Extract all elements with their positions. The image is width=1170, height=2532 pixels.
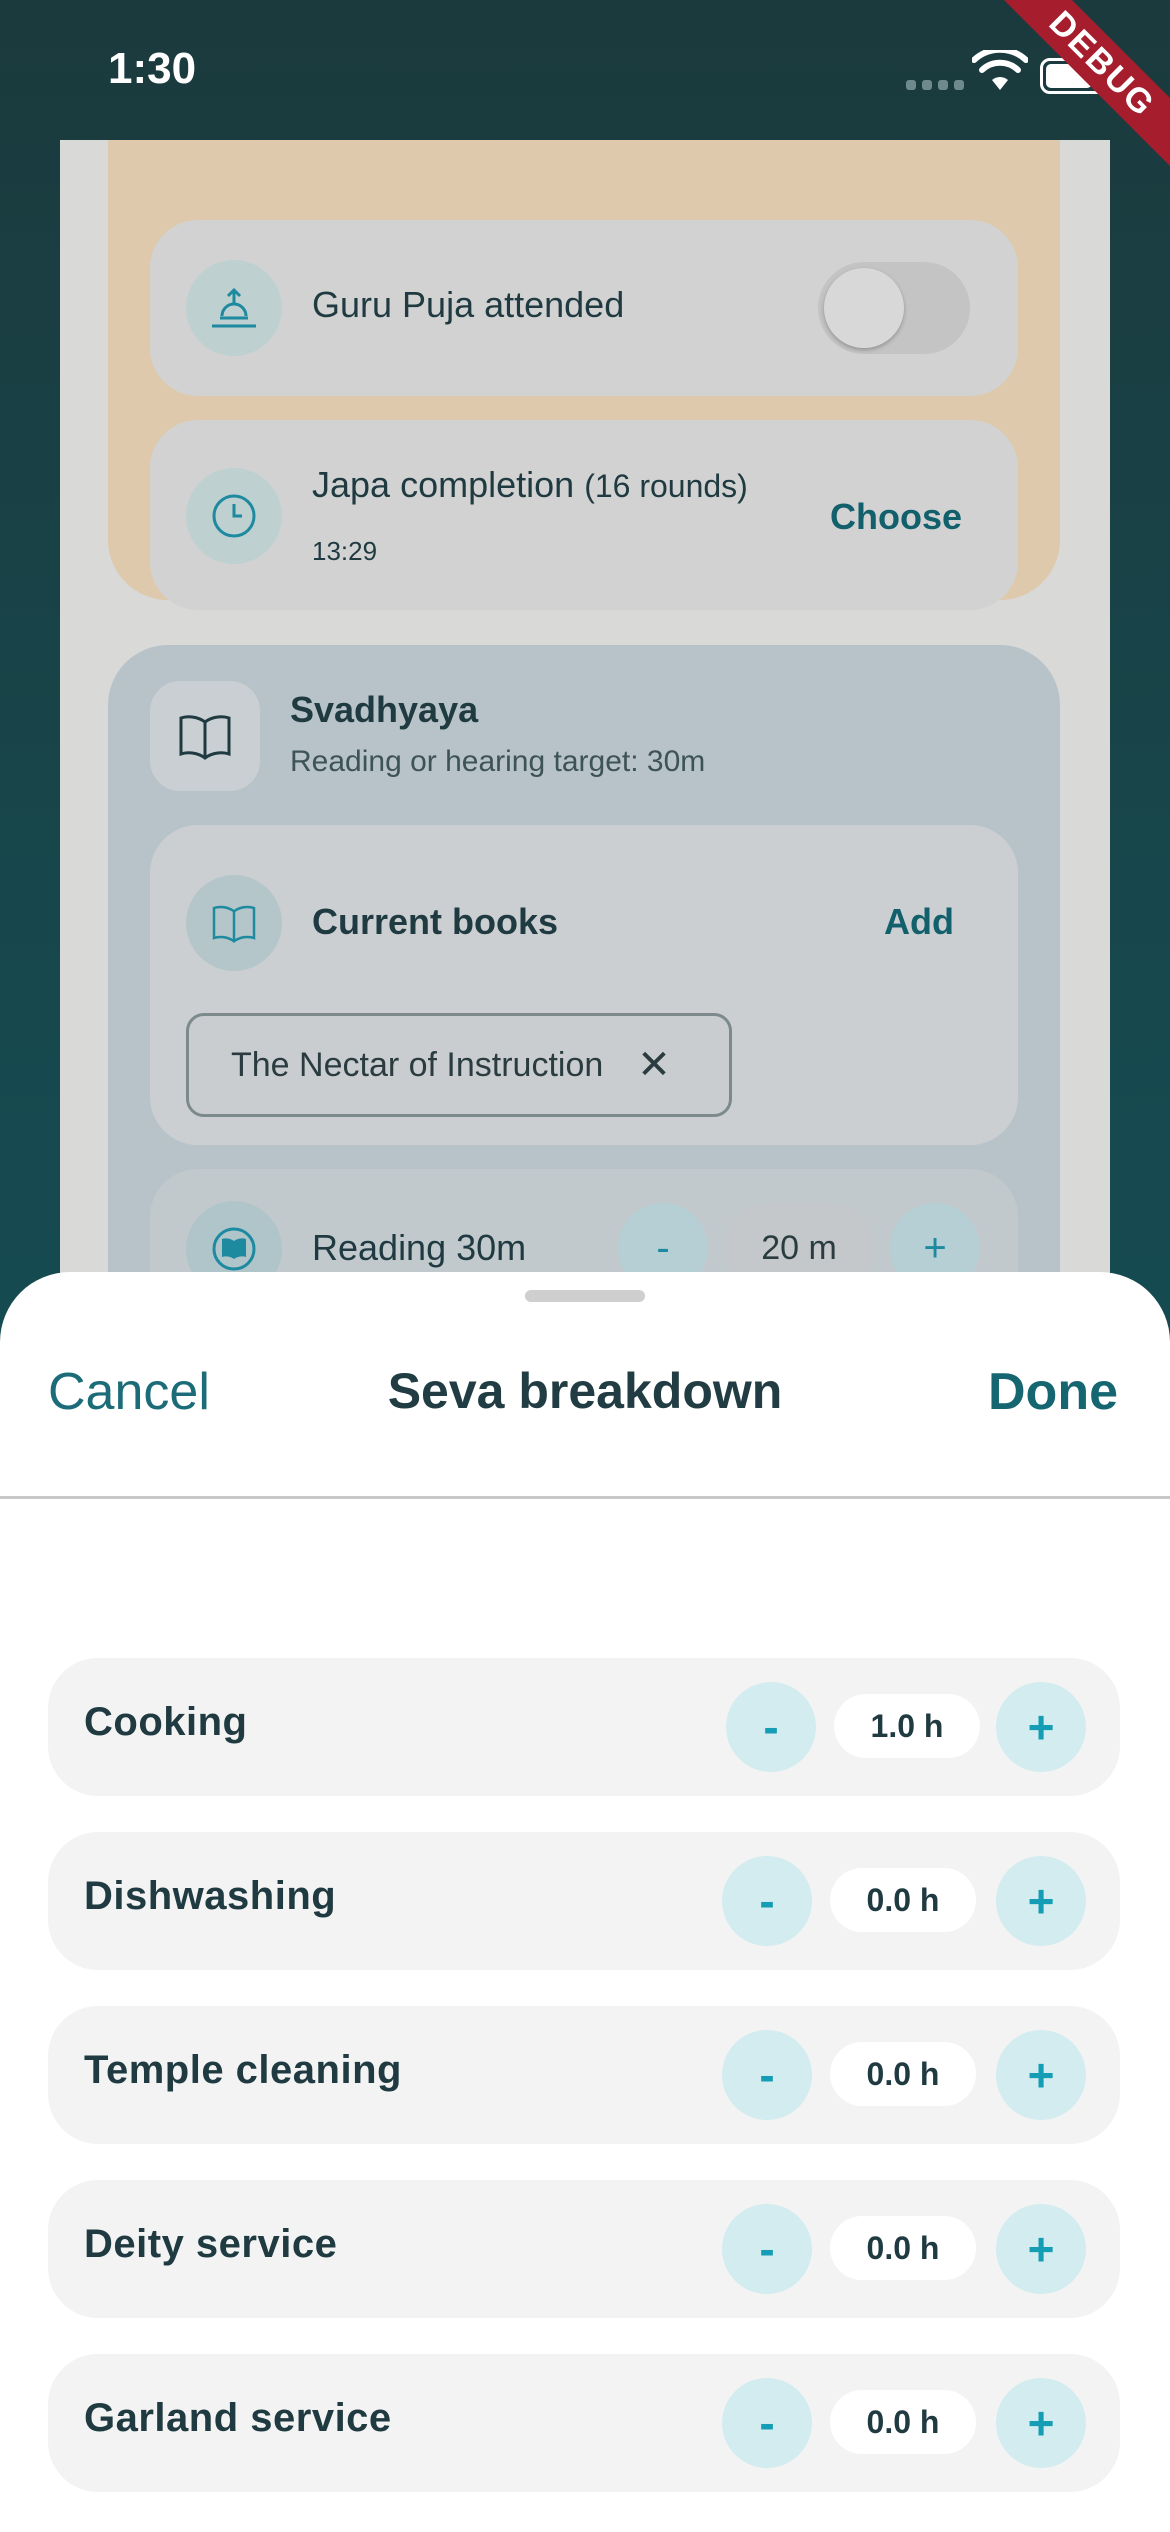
seva-row-temple-cleaning: Temple cleaning - 0.0 h + [48,2006,1120,2144]
header-divider [0,1496,1170,1499]
sheet-grabber[interactable] [525,1290,645,1302]
japa-title: Japa completion [312,464,575,505]
svadhyaya-card: Svadhyaya Reading or hearing target: 30m… [108,645,1060,1340]
cancel-button[interactable]: Cancel [48,1362,210,1422]
japa-row[interactable]: Japa completion (16 rounds) 13:29 Choose [150,420,1018,610]
increment-button[interactable]: + [996,1856,1086,1946]
seva-row-dishwashing: Dishwashing - 0.0 h + [48,1832,1120,1970]
increment-button[interactable]: + [996,1682,1086,1772]
seva-row-deity-service: Deity service - 0.0 h + [48,2180,1120,2318]
guru-puja-toggle[interactable] [818,262,970,354]
seva-label: Temple cleaning [84,2048,402,2092]
increment-button[interactable]: + [996,2030,1086,2120]
decrement-button[interactable]: - [722,2204,812,2294]
svadhyaya-title: Svadhyaya [290,689,479,730]
hours-value: 1.0 h [834,1694,980,1758]
seva-label: Cooking [84,1700,248,1744]
hours-value: 0.0 h [830,2390,976,2454]
current-books-row: Current books Add The Nectar of Instruct… [150,825,1018,1145]
sadhana-card: Guru Puja attended Japa completion (16 r… [108,140,1060,610]
clock-icon [186,468,282,564]
underlying-page: Guru Puja attended Japa completion (16 r… [60,140,1110,1340]
book-chip[interactable]: The Nectar of Instruction ✕ [186,1013,732,1117]
japa-label: Japa completion (16 rounds) [312,464,748,506]
increment-button[interactable]: + [996,2204,1086,2294]
seva-row-cooking: Cooking - 1.0 h + [48,1658,1120,1796]
add-book-button[interactable]: Add [884,901,954,943]
hours-value: 0.0 h [830,2216,976,2280]
hours-value: 0.0 h [830,2042,976,2106]
seva-row-garland-service: Garland service - 0.0 h + [48,2354,1120,2492]
decrement-button[interactable]: - [722,1856,812,1946]
sunrise-icon [186,260,282,356]
increment-button[interactable]: + [996,2378,1086,2468]
book-icon [150,681,260,791]
book-chip-label: The Nectar of Instruction [231,1045,604,1084]
cellular-signal-icon [906,80,964,90]
svadhyaya-subtitle: Reading or hearing target: 30m [290,745,706,778]
japa-choose-button[interactable]: Choose [830,496,962,538]
japa-time: 13:29 [312,536,378,566]
guru-puja-label: Guru Puja attended [312,284,625,325]
hours-value: 0.0 h [830,1868,976,1932]
seva-label: Dishwashing [84,1874,337,1918]
current-books-label: Current books [312,901,559,942]
japa-rounds: (16 rounds) [584,468,748,504]
close-icon[interactable]: ✕ [637,1042,671,1088]
wifi-icon [972,50,1028,90]
reading-label: Reading 30m [312,1227,527,1268]
decrement-button[interactable]: - [722,2378,812,2468]
seva-breakdown-sheet: Seva breakdown Cancel Done Cooking - 1.0… [0,1272,1170,2532]
seva-label: Garland service [84,2396,392,2440]
done-button[interactable]: Done [988,1362,1118,1422]
seva-label: Deity service [84,2222,338,2266]
sheet-header: Seva breakdown Cancel Done [0,1362,1170,1472]
book-open-icon [186,875,282,971]
decrement-button[interactable]: - [722,2030,812,2120]
decrement-button[interactable]: - [726,1682,816,1772]
guru-puja-row[interactable]: Guru Puja attended [150,220,1018,396]
status-time: 1:30 [108,44,197,93]
